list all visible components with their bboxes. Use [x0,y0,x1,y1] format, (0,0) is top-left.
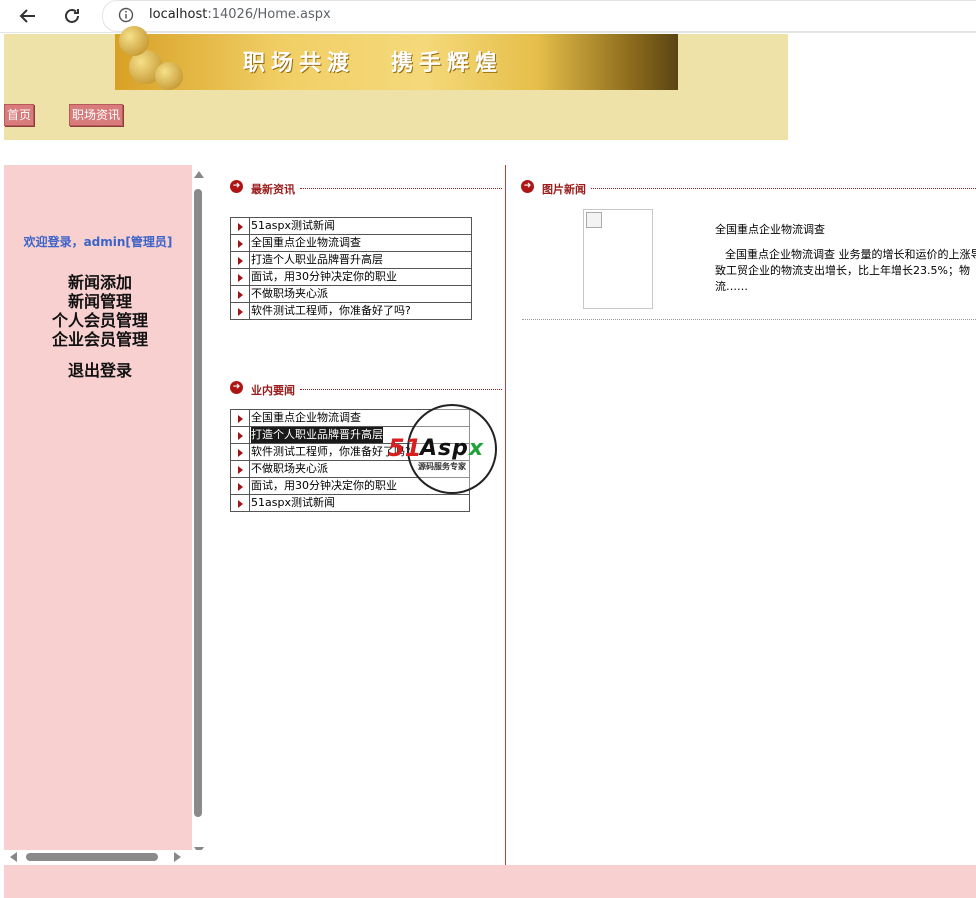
picture-news-header: ➜ 图片新闻 [521,180,976,196]
bullet-arrow-icon [231,478,250,494]
site-info-icon[interactable] [118,7,134,26]
scroll-right-icon[interactable] [174,852,181,862]
picture-news-headline[interactable]: 全国重点企业物流调查 [715,221,825,237]
bullet-arrow-icon [231,286,250,302]
picture-news-summary: 全国重点企业物流调查 业务量的增长和运价的上涨导致工贸企业的物流支出增长，比上年… [715,248,976,293]
logo-x: x [468,436,485,461]
news-link[interactable]: 不做职场夹心派 [251,286,328,302]
logo-51: 51 [388,434,422,462]
arrow-circle-icon: ➜ [230,381,243,394]
arrow-circle-icon: ➜ [230,180,243,193]
news-link[interactable]: 全国重点企业物流调查 [251,235,361,251]
banner-slogan: 职场共渡 携手辉煌 [243,45,539,77]
nav-career-news-link[interactable]: 职场资讯 [69,104,124,126]
news-link[interactable]: 不做职场夹心派 [251,461,328,477]
arrow-circle-icon: ➜ [521,180,534,193]
coin-decoration [155,62,183,90]
sidebar-link-logout[interactable]: 退出登录 [4,357,196,381]
news-link[interactable]: 面试，用30分钟决定你的职业 [251,478,397,494]
bullet-arrow-icon [231,495,250,511]
list-item[interactable]: 软件测试工程师，你准备好了吗? [231,303,471,320]
news-link[interactable]: 51aspx测试新闻 [251,495,335,511]
scroll-left-icon[interactable] [10,852,17,862]
picture-news-title: 图片新闻 [542,183,586,196]
header-area: 职场共渡 携手辉煌 首页 职场资讯 [4,26,788,140]
url-path: :14026/Home.aspx [207,7,331,22]
banner-image: 职场共渡 携手辉煌 [115,26,678,90]
vertical-scrollbar[interactable] [192,165,206,854]
list-item[interactable]: 面试，用30分钟决定你的职业 [231,269,471,286]
latest-news-header: ➜ 最新资讯 [230,180,502,196]
news-image[interactable] [583,209,653,309]
news-link[interactable]: 面试，用30分钟决定你的职业 [251,269,397,285]
reload-icon[interactable] [60,4,84,28]
logo-tagline: 源码服务专家 [418,462,466,471]
url-host: localhost [149,7,208,22]
watermark-logo: 51 Aspx 源码服务专家 [388,404,518,494]
horizontal-scrollbar[interactable] [4,850,206,864]
dotted-divider [522,319,976,320]
banner-slogan-right: 携手辉煌 [391,51,504,76]
news-link[interactable]: 打造个人职业品牌晋升高层 [251,427,383,443]
column-divider [505,165,506,865]
bullet-arrow-icon [231,218,250,234]
footer-bar [4,865,976,898]
coin-decoration [119,26,149,56]
list-item[interactable]: 不做职场夹心派 [231,286,471,303]
dotted-divider [300,389,502,390]
dotted-divider [300,188,502,189]
bullet-arrow-icon [231,461,250,477]
bullet-arrow-icon [231,303,250,319]
url-text[interactable]: localhost:14026/Home.aspx [149,7,331,22]
logo-aspx: Aspx [420,436,484,461]
browser-toolbar: localhost:14026/Home.aspx [0,0,976,33]
scroll-thumb-horizontal[interactable] [26,853,158,861]
bullet-arrow-icon [231,235,250,251]
list-item[interactable]: 全国重点企业物流调查 [231,235,471,252]
list-item[interactable]: 51aspx测试新闻 [231,495,469,512]
latest-news-list: 51aspx测试新闻 全国重点企业物流调查 打造个人职业品牌晋升高层 面试，用3… [230,217,472,320]
broken-image-icon [586,212,602,228]
bullet-arrow-icon [231,444,250,460]
nav-home-link[interactable]: 首页 [4,104,35,126]
bullet-arrow-icon [231,269,250,285]
news-link[interactable]: 全国重点企业物流调查 [251,410,361,426]
bullet-arrow-icon [231,410,250,426]
scroll-up-icon[interactable] [194,171,204,178]
list-item[interactable]: 51aspx测试新闻 [231,218,471,235]
back-icon[interactable] [16,4,40,28]
sidebar-link-company-members[interactable]: 企业会员管理 [4,326,196,350]
welcome-text: 欢迎登录，admin[管理员] [23,235,173,249]
bullet-arrow-icon [231,427,250,443]
admin-sidebar: 欢迎登录，admin[管理员] 新闻添加 新闻管理 个人会员管理 企业会员管理 … [4,165,192,850]
scroll-thumb[interactable] [194,189,202,817]
news-link[interactable]: 软件测试工程师，你准备好了吗? [251,303,411,319]
page: 职场共渡 携手辉煌 首页 职场资讯 欢迎登录，admin[管理员] 新闻添加 新闻… [4,26,976,898]
news-link[interactable]: 51aspx测试新闻 [251,218,335,234]
banner-slogan-left: 职场共渡 [243,51,356,76]
industry-news-header: ➜ 业内要闻 [230,381,502,397]
bullet-arrow-icon [231,252,250,268]
news-link[interactable]: 软件测试工程师，你准备好了吗? [251,444,411,460]
dotted-divider [591,188,976,189]
news-link[interactable]: 打造个人职业品牌晋升高层 [251,252,383,268]
list-item[interactable]: 打造个人职业品牌晋升高层 [231,252,471,269]
latest-news-title: 最新资讯 [251,183,295,196]
industry-news-title: 业内要闻 [251,384,295,397]
logo-asp: Asp [420,436,469,461]
